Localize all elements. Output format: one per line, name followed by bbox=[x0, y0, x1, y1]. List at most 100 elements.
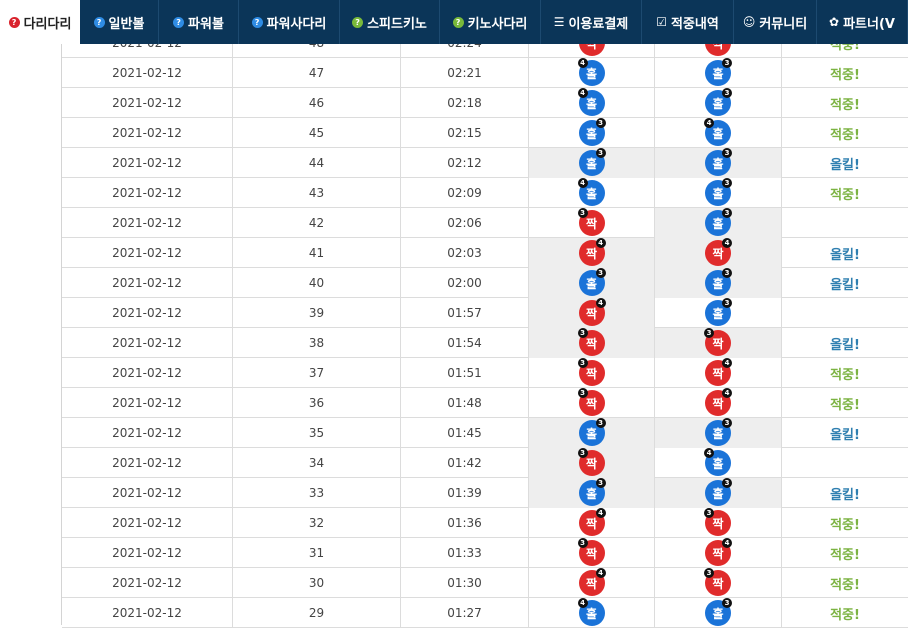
result-cell-2: 홀3 bbox=[655, 478, 782, 508]
tab-label: 파트너(V bbox=[843, 16, 895, 32]
result-cell-2: 홀3 bbox=[655, 148, 782, 178]
outcome-cell: 적중! bbox=[782, 358, 908, 388]
top-navigation: ? 다리다리? 일반볼? 파워볼? 파워사다리? 스피드키노? 키노사다리 ☰ 이용료결제 ☑ 적중… bbox=[0, 0, 908, 44]
ball-label: 홀 bbox=[712, 426, 724, 441]
ball-label: 홀 bbox=[712, 66, 724, 81]
result-cell-2: 짝4 bbox=[655, 358, 782, 388]
table-row: 2021-02-12 44 02:12 홀 3 홀 3 올킬! bbox=[62, 148, 908, 178]
time-cell: 01:39 bbox=[401, 478, 529, 508]
odd-ball: 홀3 bbox=[578, 148, 606, 176]
odd-ball: 홀3 bbox=[578, 268, 606, 296]
date-cell: 2021-02-12 bbox=[62, 88, 233, 118]
count-badge: 3 bbox=[595, 478, 606, 488]
round-cell: 42 bbox=[233, 208, 401, 238]
table-row: 2021-02-12 39 01:57 짝 4 홀 3 bbox=[62, 298, 908, 328]
ball-label: 짝 bbox=[585, 456, 598, 471]
outcome-label: 적중! bbox=[830, 187, 860, 203]
outcome-cell: 적중! bbox=[782, 88, 908, 118]
ball-label: 홀 bbox=[712, 186, 724, 201]
ball-label: 홀 bbox=[585, 186, 598, 201]
odd-ball: 홀4 bbox=[704, 448, 731, 476]
outcome-label: 올킬! bbox=[830, 157, 860, 173]
date-cell: 2021-02-12 bbox=[62, 148, 233, 178]
tab-3[interactable]: ? 파워사다리 bbox=[239, 0, 340, 44]
time-cell: 01:57 bbox=[401, 298, 529, 328]
result-cell-1: 짝4 bbox=[529, 298, 655, 328]
count-badge: 4 bbox=[595, 568, 606, 578]
question-icon: ? bbox=[93, 16, 105, 28]
question-icon: ? bbox=[352, 16, 364, 28]
odd-ball: 홀4 bbox=[577, 58, 605, 86]
count-badge: 3 bbox=[722, 58, 732, 68]
even-ball: 짝3 bbox=[577, 328, 605, 356]
count-badge: 4 bbox=[577, 88, 588, 98]
ball-label: 짝 bbox=[585, 216, 598, 231]
count-badge: 3 bbox=[577, 328, 588, 338]
result-cell-2: 짝4 bbox=[655, 238, 782, 268]
count-badge: 4 bbox=[722, 388, 732, 398]
date-cell: 2021-02-12 bbox=[62, 568, 233, 598]
result-cell-1: 짝3 bbox=[529, 538, 655, 568]
date-cell: 2021-02-12 bbox=[62, 118, 233, 148]
tab-8[interactable]: ☺ 커뮤니티 bbox=[734, 0, 817, 44]
table-row: 2021-02-12 31 01:33 짝 3 짝 4 적중! bbox=[62, 538, 908, 568]
table-row: 2021-02-12 42 02:06 짝 3 홀 3 bbox=[62, 208, 908, 238]
ball-label: 홀 bbox=[585, 426, 598, 441]
odd-ball: 홀3 bbox=[578, 478, 606, 506]
round-cell: 47 bbox=[233, 58, 401, 88]
time-cell: 02:09 bbox=[401, 178, 529, 208]
round-cell: 36 bbox=[233, 388, 401, 418]
result-cell-1: 홀4 bbox=[529, 88, 655, 118]
even-ball: 짝4 bbox=[578, 568, 606, 596]
count-badge: 3 bbox=[722, 208, 732, 218]
round-cell: 43 bbox=[233, 178, 401, 208]
ball-label: 짝 bbox=[712, 546, 724, 561]
even-ball: 짝4 bbox=[705, 358, 732, 386]
count-badge: 4 bbox=[577, 178, 588, 188]
tab-4[interactable]: ? 스피드키노 bbox=[340, 0, 440, 44]
question-icon: ? bbox=[8, 16, 20, 28]
table-row: 2021-02-12 30 01:30 짝 4 짝 3 적중! bbox=[62, 568, 908, 598]
date-cell: 2021-02-12 bbox=[62, 208, 233, 238]
result-cell-1: 홀4 bbox=[529, 598, 655, 628]
even-ball: 짝3 bbox=[704, 508, 731, 536]
tab-7[interactable]: ☑ 적중내역 bbox=[642, 0, 734, 44]
date-cell: 2021-02-12 bbox=[62, 58, 233, 88]
result-cell-2: 홀3 bbox=[655, 88, 782, 118]
odd-ball: 홀3 bbox=[578, 118, 606, 146]
time-cell: 01:45 bbox=[401, 418, 529, 448]
outcome-cell: 적중! bbox=[782, 508, 908, 538]
ball-label: 짝 bbox=[585, 576, 598, 591]
tab-label: 키노사다리 bbox=[467, 16, 528, 32]
odd-ball: 홀3 bbox=[705, 598, 732, 626]
tab-label: 이용료결제 bbox=[568, 16, 629, 32]
outcome-cell: 올킬! bbox=[782, 328, 908, 358]
result-cell-2: 홀3 bbox=[655, 598, 782, 628]
outcome-cell: 올킬! bbox=[782, 418, 908, 448]
question-icon: ? bbox=[452, 16, 464, 28]
table-row: 2021-02-12 46 02:18 홀 4 홀 3 적중! bbox=[62, 88, 908, 118]
round-cell: 45 bbox=[233, 118, 401, 148]
tab-label: 일반볼 bbox=[108, 16, 145, 32]
left-gutter bbox=[0, 44, 62, 625]
tab-1[interactable]: ? 일반볼 bbox=[80, 0, 159, 44]
result-cell-1: 홀3 bbox=[529, 268, 655, 298]
count-badge: 3 bbox=[577, 388, 588, 398]
tab-9[interactable]: ✿ 파트너(V bbox=[817, 0, 908, 44]
result-cell-1: 홀4 bbox=[529, 178, 655, 208]
result-cell-1: 홀4 bbox=[529, 58, 655, 88]
tab-6[interactable]: ☰ 이용료결제 bbox=[541, 0, 642, 44]
time-cell: 01:33 bbox=[401, 538, 529, 568]
tab-label: 커뮤니티 bbox=[759, 16, 808, 32]
outcome-cell: 적중! bbox=[782, 598, 908, 628]
odd-ball: 홀3 bbox=[705, 208, 732, 236]
time-cell: 02:06 bbox=[401, 208, 529, 238]
tab-2[interactable]: ? 파워볼 bbox=[159, 0, 239, 44]
tab-label: 다리다리 bbox=[23, 16, 72, 32]
count-badge: 4 bbox=[722, 358, 732, 368]
table-row: 2021-02-12 45 02:15 홀 3 홀 4 적중! bbox=[62, 118, 908, 148]
tab-5[interactable]: ? 키노사다리 bbox=[440, 0, 541, 44]
odd-ball: 홀4 bbox=[577, 178, 605, 206]
tab-0[interactable]: ? 다리다리 bbox=[0, 0, 80, 44]
outcome-cell bbox=[782, 298, 908, 328]
